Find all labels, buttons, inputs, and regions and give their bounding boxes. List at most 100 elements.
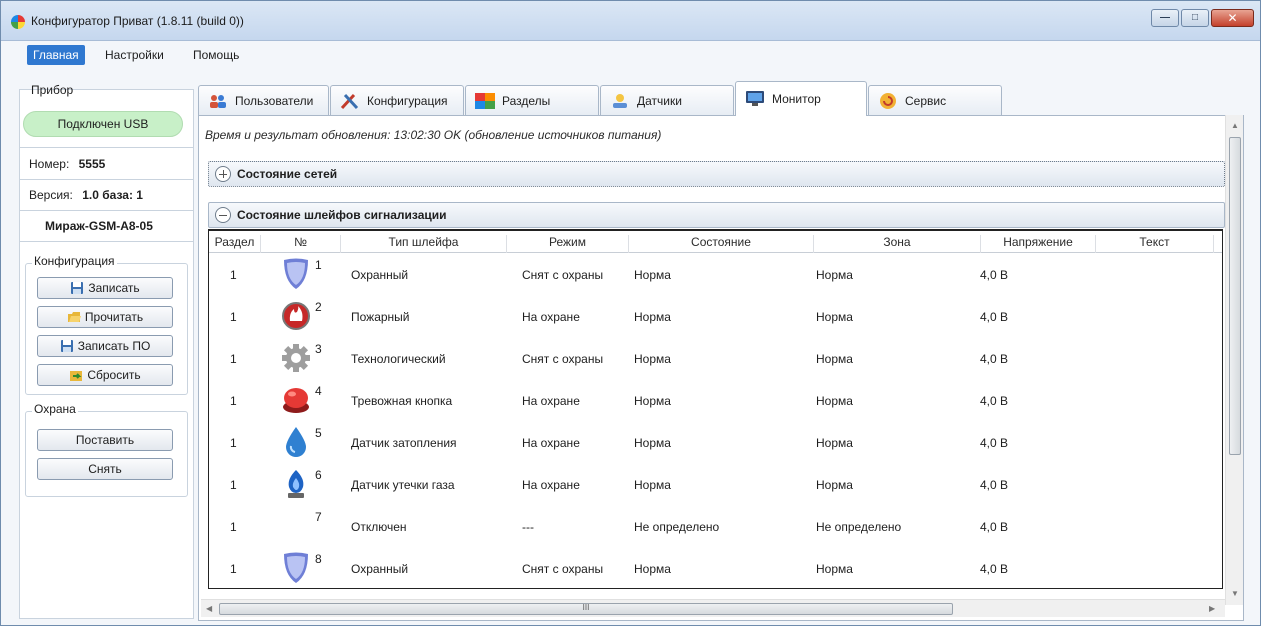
write-button[interactable]: Записать bbox=[37, 277, 173, 299]
cell-voltage: 4,0 В bbox=[980, 352, 1009, 366]
maximize-icon: □ bbox=[1191, 12, 1199, 23]
tab-service[interactable]: Сервис bbox=[868, 85, 1002, 115]
cell-loop-type: Отключен bbox=[351, 520, 407, 534]
scroll-right-icon[interactable]: ▶ bbox=[1209, 604, 1215, 613]
cell-voltage: 4,0 В bbox=[980, 478, 1009, 492]
users-icon bbox=[207, 92, 229, 110]
minimize-button[interactable]: — bbox=[1151, 9, 1179, 27]
sensors-icon bbox=[609, 92, 631, 110]
disarm-button[interactable]: Снять bbox=[37, 458, 173, 480]
app-window: Конфигуратор Приват (1.8.11 (build 0)) —… bbox=[0, 0, 1261, 626]
table-row[interactable]: 1 4 Тревожная кнопка На охране Норма Нор… bbox=[209, 380, 1222, 422]
cell-section: 1 bbox=[230, 436, 237, 450]
tab-sections[interactable]: Разделы bbox=[465, 85, 599, 115]
col-loop-type[interactable]: Тип шлейфа bbox=[341, 235, 507, 253]
alarm-button-icon bbox=[281, 383, 311, 417]
table-row[interactable]: 1 2 Пожарный На охране Норма Норма 4,0 В bbox=[209, 296, 1222, 338]
table-row[interactable]: 1 8 Охранный Снят с охраны Норма Норма 4… bbox=[209, 548, 1222, 588]
device-number-value: 5555 bbox=[78, 157, 106, 171]
cell-zone: Норма bbox=[816, 562, 853, 576]
disarm-button-label: Снять bbox=[88, 462, 122, 476]
tab-users[interactable]: Пользователи bbox=[198, 85, 329, 115]
col-section[interactable]: Раздел bbox=[209, 235, 261, 253]
cell-state: Норма bbox=[634, 478, 671, 492]
tab-monitor[interactable]: Монитор bbox=[735, 81, 867, 116]
tab-sections-label: Разделы bbox=[502, 93, 551, 108]
device-group-title: Прибор bbox=[31, 83, 74, 97]
guard-group: Охрана bbox=[25, 402, 188, 497]
scroll-up-icon[interactable]: ▲ bbox=[1231, 121, 1239, 130]
cell-state: Норма bbox=[634, 310, 671, 324]
loops-expander[interactable]: Состояние шлейфов сигнализации bbox=[208, 202, 1225, 228]
tab-monitor-label: Монитор bbox=[772, 92, 821, 106]
horizontal-scroll-thumb[interactable]: III bbox=[219, 603, 953, 615]
cell-mode: Снят с охраны bbox=[522, 268, 604, 282]
cell-mode: Снят с охраны bbox=[522, 352, 604, 366]
maximize-button[interactable]: □ bbox=[1181, 9, 1209, 27]
scroll-down-icon[interactable]: ▼ bbox=[1231, 589, 1239, 598]
water-drop-icon bbox=[281, 425, 311, 459]
cell-state: Норма bbox=[634, 268, 671, 282]
menu-bar: Главная Настройки Помощь bbox=[1, 42, 1260, 66]
shield-icon bbox=[281, 257, 311, 291]
table-row[interactable]: 1 5 Датчик затопления На охране Норма Но… bbox=[209, 422, 1222, 464]
arm-button[interactable]: Поставить bbox=[37, 429, 173, 451]
cell-state: Норма bbox=[634, 562, 671, 576]
divider bbox=[20, 147, 193, 148]
tab-service-label: Сервис bbox=[905, 93, 947, 108]
cell-section: 1 bbox=[230, 310, 237, 324]
cell-zone: Норма bbox=[816, 310, 853, 324]
collapse-icon bbox=[215, 207, 231, 223]
cell-zone: Норма bbox=[816, 268, 853, 282]
folder-open-icon bbox=[67, 310, 81, 324]
cell-state: Не определено bbox=[634, 520, 720, 534]
divider bbox=[20, 210, 193, 211]
close-button[interactable]: ✕ bbox=[1211, 9, 1254, 27]
table-row[interactable]: 1 7 Отключен --- Не определено Не опреде… bbox=[209, 506, 1222, 548]
cell-loop-type: Датчик затопления bbox=[351, 436, 457, 450]
horizontal-scrollbar[interactable]: ◀ III ▶ bbox=[201, 599, 1225, 617]
connection-status: Подключен USB bbox=[23, 111, 183, 137]
col-mode[interactable]: Режим bbox=[507, 235, 629, 253]
app-logo-icon bbox=[11, 15, 25, 29]
cell-state: Норма bbox=[634, 436, 671, 450]
vertical-scrollbar[interactable]: ▲ ▼ bbox=[1225, 115, 1243, 605]
col-voltage[interactable]: Напряжение bbox=[981, 235, 1096, 253]
update-status-text: Время и результат обновления: 13:02:30 O… bbox=[205, 128, 662, 142]
reset-button[interactable]: Сбросить bbox=[37, 364, 173, 386]
cell-voltage: 4,0 В bbox=[980, 310, 1009, 324]
minimize-icon: — bbox=[1160, 12, 1170, 23]
floppy-icon bbox=[60, 339, 74, 353]
menu-help[interactable]: Помощь bbox=[187, 45, 245, 65]
networks-expander[interactable]: Состояние сетей bbox=[208, 161, 1225, 187]
menu-settings[interactable]: Настройки bbox=[99, 45, 170, 65]
networks-expander-title: Состояние сетей bbox=[237, 167, 338, 181]
table-row[interactable]: 1 6 Датчик утечки газа На охране Норма Н… bbox=[209, 464, 1222, 506]
write-firmware-button-label: Записать ПО bbox=[77, 339, 151, 353]
cell-loop-type: Датчик утечки газа bbox=[351, 478, 455, 492]
cell-mode: Снят с охраны bbox=[522, 562, 604, 576]
cell-number: 5 bbox=[315, 426, 322, 440]
cell-section: 1 bbox=[230, 268, 237, 282]
menu-main[interactable]: Главная bbox=[27, 45, 85, 65]
scroll-left-icon[interactable]: ◀ bbox=[206, 604, 212, 613]
cell-number: 4 bbox=[315, 384, 322, 398]
table-row[interactable]: 1 1 Охранный Снят с охраны Норма Норма 4… bbox=[209, 254, 1222, 296]
vertical-scroll-thumb[interactable] bbox=[1229, 137, 1241, 455]
col-zone[interactable]: Зона bbox=[814, 235, 981, 253]
guard-group-title: Охрана bbox=[32, 402, 78, 416]
table-row[interactable]: 1 3 Технологический Снят с охраны Норма … bbox=[209, 338, 1222, 380]
cell-section: 1 bbox=[230, 520, 237, 534]
col-state[interactable]: Состояние bbox=[629, 235, 814, 253]
loops-expander-title: Состояние шлейфов сигнализации bbox=[237, 208, 447, 222]
cell-zone: Норма bbox=[816, 436, 853, 450]
cell-zone: Норма bbox=[816, 478, 853, 492]
config-group-title: Конфигурация bbox=[32, 254, 117, 268]
tab-configuration[interactable]: Конфигурация bbox=[330, 85, 464, 115]
write-firmware-button[interactable]: Записать ПО bbox=[37, 335, 173, 357]
col-text[interactable]: Текст bbox=[1096, 235, 1214, 253]
tab-sensors[interactable]: Датчики bbox=[600, 85, 734, 115]
device-number-label: Номер: bbox=[29, 157, 70, 171]
read-button[interactable]: Прочитать bbox=[37, 306, 173, 328]
col-number[interactable]: № bbox=[261, 235, 341, 253]
